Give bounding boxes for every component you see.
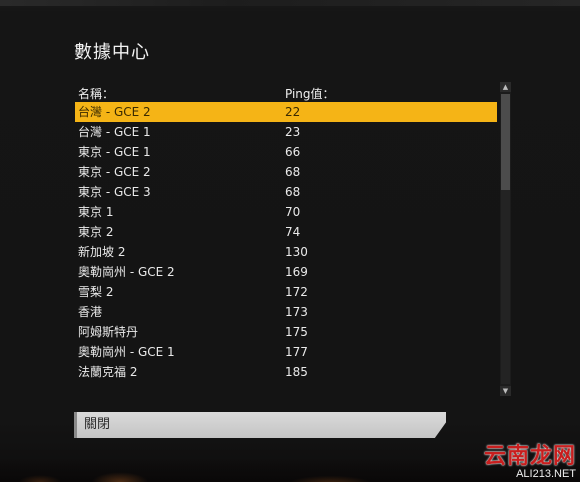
server-row[interactable]: 奧勒崗州 - GCE 1 177 (75, 342, 497, 362)
server-name: 新加坡 2 (78, 245, 126, 259)
server-ping: 68 (285, 165, 301, 179)
server-name: 東京 - GCE 3 (78, 185, 151, 199)
server-name: 香港 (78, 305, 103, 319)
scroll-down-icon[interactable]: ▼ (500, 386, 511, 396)
server-row-selected[interactable]: 台灣 - GCE 2 22 (75, 102, 497, 122)
server-ping: 172 (285, 285, 308, 299)
server-ping: 175 (285, 325, 308, 339)
server-name: 東京 1 (78, 205, 114, 219)
server-row[interactable]: 新加坡 2 130 (75, 242, 497, 262)
server-row[interactable]: 雪梨 2 172 (75, 282, 497, 302)
server-ping: 74 (285, 225, 301, 239)
server-row[interactable]: 東京 - GCE 1 66 (75, 142, 497, 162)
close-button[interactable]: 關閉 (74, 412, 446, 438)
server-ping: 66 (285, 145, 301, 159)
column-header-name: 名稱： (78, 87, 115, 101)
server-list: 台灣 - GCE 2 22 台灣 - GCE 1 23 東京 - GCE 1 66 東京 -… (75, 102, 497, 384)
server-ping: 169 (285, 265, 308, 279)
server-ping: 22 (285, 105, 301, 119)
server-ping: 173 (285, 305, 308, 319)
server-name: 台灣 - GCE 1 (78, 125, 151, 139)
server-ping: 70 (285, 205, 301, 219)
server-name: 東京 - GCE 1 (78, 145, 151, 159)
server-row[interactable]: 台灣 - GCE 1 23 (75, 122, 497, 142)
server-name: 東京 - GCE 2 (78, 165, 151, 179)
close-button-label: 關閉 (84, 417, 111, 432)
game-menu-screen: 數據中心 名稱： Ping值： 台灣 - GCE 2 22 台灣 - GCE 1 23… (0, 0, 580, 482)
server-ping: 23 (285, 125, 301, 139)
server-row[interactable]: 東京 1 70 (75, 202, 497, 222)
server-row[interactable]: 東京 - GCE 2 68 (75, 162, 497, 182)
top-decor-strip (0, 0, 580, 6)
server-ping: 177 (285, 345, 308, 359)
column-header-ping: Ping值： (285, 87, 335, 101)
scroll-track[interactable] (501, 94, 510, 384)
server-ping: 130 (285, 245, 308, 259)
server-row[interactable]: 香港 173 (75, 302, 497, 322)
server-row[interactable]: 阿姆斯特丹 175 (75, 322, 497, 342)
server-row[interactable]: 東京 2 74 (75, 222, 497, 242)
server-row[interactable]: 奧勒崗州 - GCE 2 169 (75, 262, 497, 282)
server-name: 雪梨 2 (78, 285, 114, 299)
scrollbar[interactable]: ▲ ▼ (500, 82, 511, 396)
server-name: 阿姆斯特丹 (78, 325, 139, 339)
server-name: 台灣 - GCE 2 (78, 105, 151, 119)
server-name: 奧勒崗州 - GCE 2 (78, 265, 175, 279)
server-name: 東京 2 (78, 225, 114, 239)
server-row[interactable]: 東京 - GCE 3 68 (75, 182, 497, 202)
server-row[interactable]: 法蘭克福 2 185 (75, 362, 497, 382)
watermark-cn-text: 云南龙网 (483, 444, 576, 469)
dialog-title: 數據中心 (74, 42, 150, 63)
scroll-up-icon[interactable]: ▲ (500, 82, 511, 92)
scroll-thumb[interactable] (501, 94, 510, 190)
server-name: 奧勒崗州 - GCE 1 (78, 345, 175, 359)
server-name: 法蘭克福 2 (78, 365, 138, 379)
watermark-logo: 云南龙网 ALI213.NET (484, 438, 576, 480)
server-ping: 185 (285, 365, 308, 379)
server-ping: 68 (285, 185, 301, 199)
